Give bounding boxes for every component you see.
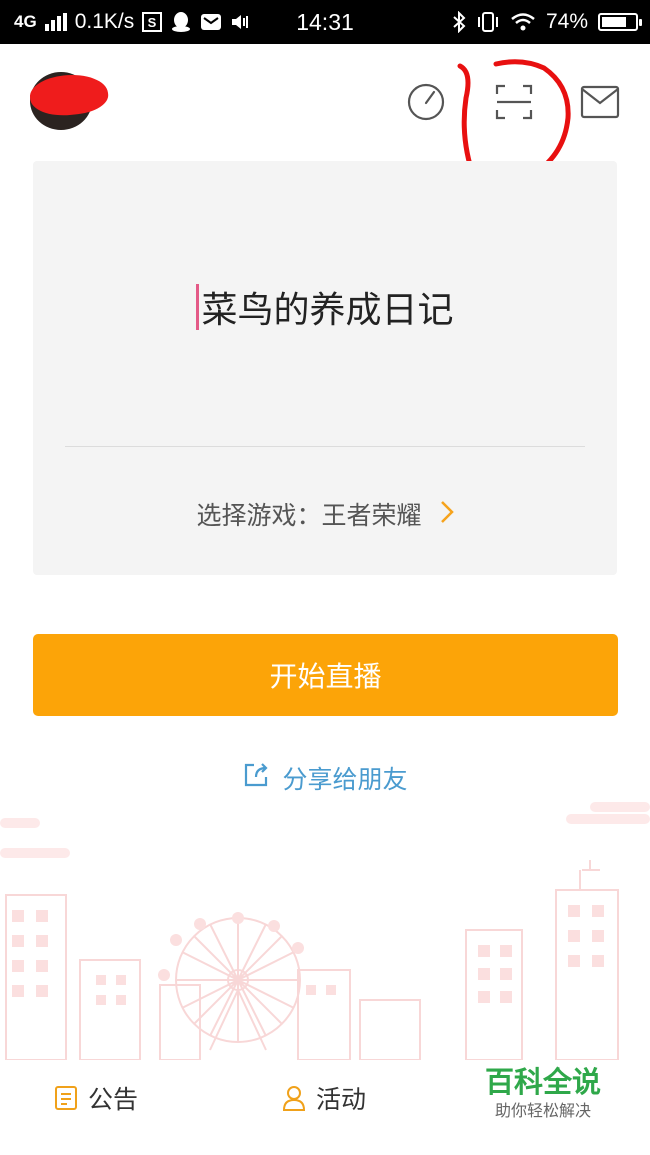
network-type: 4G	[14, 12, 37, 31]
text-caret	[196, 284, 200, 330]
signal-icon	[44, 13, 67, 31]
volume-icon	[230, 12, 252, 32]
mail-icon[interactable]	[580, 84, 620, 124]
tab-announcement[interactable]: 公告	[54, 1076, 138, 1120]
live-title-input[interactable]: 菜鸟的养成日记	[33, 279, 617, 335]
share-icon	[242, 761, 270, 795]
game-selector-label: 选择游戏：王者荣耀	[196, 501, 422, 530]
network-speed: 0.1K/s	[74, 10, 135, 33]
city-skyline-illustration	[0, 802, 650, 1060]
share-link[interactable]: 分享给朋友	[0, 756, 650, 800]
game-selector[interactable]: 选择游戏：王者荣耀	[33, 489, 617, 539]
app-s-icon: S	[142, 12, 163, 32]
share-label: 分享给朋友	[282, 765, 408, 794]
speed-gauge-icon[interactable]	[406, 82, 446, 122]
svg-text:S: S	[148, 15, 157, 30]
battery-percent: 74%	[545, 10, 588, 33]
message-icon	[200, 12, 222, 32]
tab-activity-label: 活动	[316, 1085, 367, 1114]
qq-icon	[170, 11, 192, 33]
wifi-icon	[510, 12, 536, 32]
watermark: 百科全说 助你轻松解决	[478, 1064, 608, 1122]
chevron-right-icon	[440, 498, 454, 531]
vibrate-icon	[476, 12, 500, 32]
tab-announcement-label: 公告	[88, 1085, 139, 1114]
bluetooth-icon	[452, 11, 466, 33]
battery-level	[602, 17, 626, 27]
live-setup-card: 菜鸟的养成日记 选择游戏：王者荣耀	[33, 161, 617, 575]
watermark-title: 百科全说	[484, 1065, 601, 1099]
tab-activity[interactable]: 活动	[282, 1076, 366, 1120]
watermark-subtitle: 助你轻松解决	[494, 1101, 591, 1120]
battery-icon	[598, 13, 642, 31]
divider	[65, 446, 585, 447]
notice-icon	[54, 1085, 78, 1111]
status-bar: 4G 0.1K/s S 14:31 74%	[0, 0, 650, 44]
person-icon	[282, 1085, 306, 1111]
start-live-button[interactable]: 开始直播	[33, 634, 618, 716]
live-title-text: 菜鸟的养成日记	[201, 290, 454, 331]
